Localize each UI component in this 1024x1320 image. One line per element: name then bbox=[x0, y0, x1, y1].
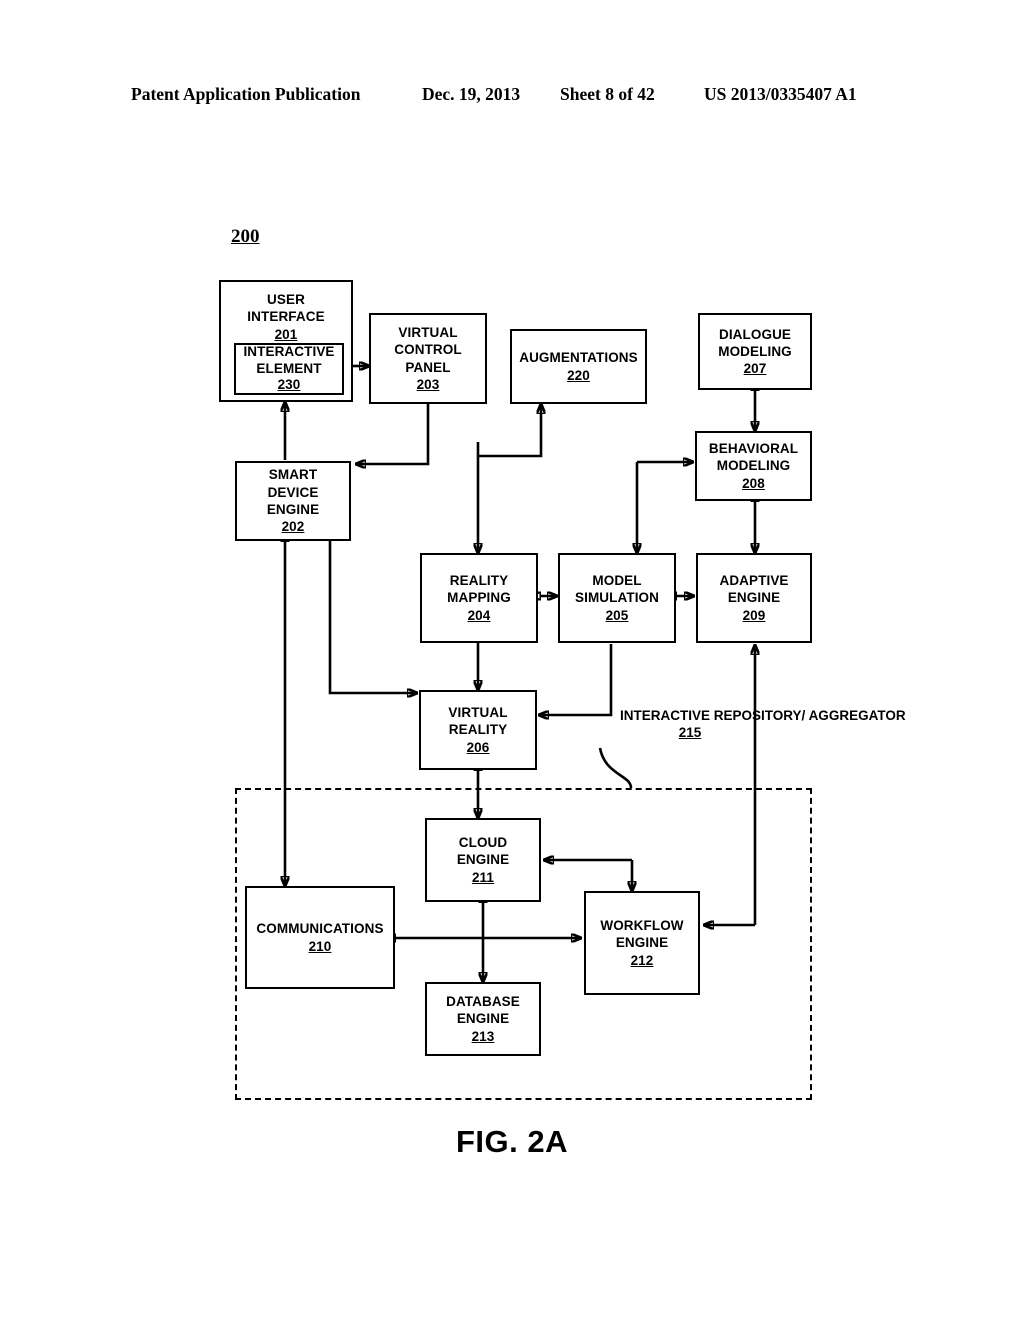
smart-device-engine-ref: 202 bbox=[281, 519, 305, 535]
block-virtual-reality[interactable]: VIRTUAL REALITY 206 bbox=[419, 690, 537, 770]
interactive-repository-ref: 215 bbox=[678, 725, 702, 741]
reality-mapping-line1: REALITY bbox=[449, 573, 509, 589]
label-interactive-repository: INTERACTIVE REPOSITORY/ AGGREGATOR 215 bbox=[620, 707, 906, 742]
block-interactive-element[interactable]: INTERACTIVE ELEMENT 230 bbox=[234, 343, 344, 395]
database-engine-line2: ENGINE bbox=[456, 1011, 510, 1027]
wire-to-augmentations bbox=[478, 404, 541, 458]
system-reference-numeral: 200 bbox=[231, 226, 260, 247]
cloud-engine-line1: CLOUD bbox=[458, 835, 508, 851]
smart-device-engine-line2: DEVICE bbox=[267, 484, 319, 500]
interactive-repository-line1: INTERACTIVE bbox=[620, 708, 711, 723]
interactive-repository-line2: REPOSITORY/ bbox=[713, 708, 806, 723]
database-engine-line1: DATABASE bbox=[446, 994, 520, 1010]
virtual-reality-ref: 206 bbox=[466, 739, 490, 755]
model-simulation-line2: SIMULATION bbox=[575, 590, 659, 606]
block-behavioral-modeling[interactable]: BEHAVIORAL MODELING 208 bbox=[695, 431, 812, 501]
workflow-engine-line1: WORKFLOW bbox=[600, 918, 684, 934]
block-workflow-engine[interactable]: WORKFLOW ENGINE 212 bbox=[584, 891, 700, 995]
virtual-control-panel-line1: VIRTUAL bbox=[398, 324, 458, 340]
block-dialogue-modeling[interactable]: DIALOGUE MODELING 207 bbox=[698, 313, 812, 390]
workflow-engine-line2: ENGINE bbox=[615, 935, 669, 951]
behavioral-modeling-line1: BEHAVIORAL bbox=[708, 441, 799, 457]
model-simulation-ref: 205 bbox=[605, 607, 629, 623]
figure-caption: FIG. 2A bbox=[455, 1124, 568, 1159]
adaptive-engine-ref: 209 bbox=[742, 607, 766, 623]
behavioral-modeling-ref: 208 bbox=[742, 475, 765, 491]
block-model-simulation[interactable]: MODEL SIMULATION 205 bbox=[558, 553, 676, 643]
database-engine-ref: 213 bbox=[471, 1028, 495, 1044]
virtual-control-panel-ref: 203 bbox=[416, 376, 440, 392]
behavioral-modeling-line2: MODELING bbox=[716, 458, 791, 474]
virtual-reality-line2: REALITY bbox=[448, 722, 508, 738]
virtual-control-panel-line3: PANEL bbox=[405, 359, 451, 375]
adaptive-engine-line2: ENGINE bbox=[727, 590, 781, 606]
block-database-engine[interactable]: DATABASE ENGINE 213 bbox=[425, 982, 541, 1056]
smart-device-engine-line1: SMART bbox=[268, 467, 318, 483]
communications-line1: COMMUNICATIONS bbox=[256, 921, 384, 937]
block-cloud-engine[interactable]: CLOUD ENGINE 211 bbox=[425, 818, 541, 902]
interactive-repository-line3: AGGREGATOR bbox=[808, 708, 906, 723]
block-reality-mapping[interactable]: REALITY MAPPING 204 bbox=[420, 553, 538, 643]
wire-sde-virtualreality bbox=[328, 541, 417, 693]
user-interface-line1: USER bbox=[267, 292, 305, 307]
interactive-element-ref: 230 bbox=[277, 377, 301, 393]
cloud-engine-line2: ENGINE bbox=[456, 852, 510, 868]
dialogue-modeling-line1: DIALOGUE bbox=[718, 326, 792, 342]
virtual-reality-line1: VIRTUAL bbox=[448, 705, 508, 721]
block-communications[interactable]: COMMUNICATIONS 210 bbox=[245, 886, 395, 989]
user-interface-line2: INTERFACE bbox=[247, 309, 325, 325]
dialogue-modeling-ref: 207 bbox=[743, 361, 767, 377]
connector-wires bbox=[0, 0, 1024, 1320]
wire-modelsim-virtualreality bbox=[539, 644, 613, 715]
block-augmentations[interactable]: AUGMENTATIONS 220 bbox=[510, 329, 647, 404]
reality-mapping-line2: MAPPING bbox=[447, 590, 511, 606]
communications-ref: 210 bbox=[308, 938, 332, 954]
block-virtual-control-panel[interactable]: VIRTUAL CONTROL PANEL 203 bbox=[369, 313, 487, 404]
block-smart-device-engine[interactable]: SMART DEVICE ENGINE 202 bbox=[235, 461, 351, 541]
workflow-engine-ref: 212 bbox=[630, 952, 654, 968]
user-interface-ref: 201 bbox=[274, 326, 298, 342]
cloud-engine-ref: 211 bbox=[471, 869, 495, 885]
interactive-element-line2: ELEMENT bbox=[256, 360, 322, 376]
reality-mapping-ref: 204 bbox=[467, 607, 491, 623]
model-simulation-line1: MODEL bbox=[592, 573, 642, 589]
figure-2a-diagram: 200 USER INTERFACE 201 INTERACTIVE ELEME… bbox=[0, 0, 1024, 1320]
smart-device-engine-line3: ENGINE bbox=[266, 502, 320, 517]
wire-vcp-to-sde bbox=[356, 404, 430, 464]
augmentations-ref: 220 bbox=[567, 367, 590, 383]
dialogue-modeling-line2: MODELING bbox=[718, 343, 792, 359]
augmentations-line1: AUGMENTATIONS bbox=[519, 350, 638, 366]
adaptive-engine-line1: ADAPTIVE bbox=[719, 573, 789, 589]
virtual-control-panel-line2: CONTROL bbox=[394, 342, 462, 358]
leader-line-interactive-repository bbox=[598, 747, 633, 789]
interactive-element-line1: INTERACTIVE bbox=[243, 344, 335, 360]
block-adaptive-engine[interactable]: ADAPTIVE ENGINE 209 bbox=[696, 553, 812, 643]
